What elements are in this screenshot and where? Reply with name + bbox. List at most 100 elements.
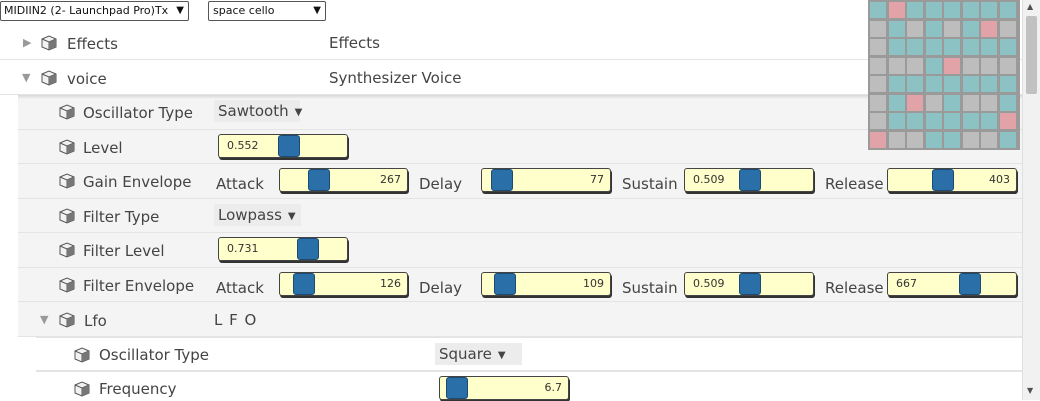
launchpad-pad[interactable] [944,20,960,37]
launchpad-pad[interactable] [944,76,960,92]
launchpad-pad[interactable] [925,39,942,55]
launchpad-pad[interactable] [870,113,886,129]
launchpad-pad[interactable] [944,94,960,111]
launchpad-pad[interactable] [870,94,886,111]
launchpad-pad[interactable] [907,131,923,148]
launchpad-pad[interactable] [907,20,923,37]
gain-delay-slider[interactable]: 77 [481,168,611,192]
slider-handle[interactable] [739,272,761,295]
launchpad-pad[interactable] [907,94,923,111]
expand-triangle-icon[interactable]: ▶ [23,36,31,49]
launchpad-pad[interactable] [888,76,905,92]
filter-delay-slider[interactable]: 109 [481,271,611,296]
launchpad-pad[interactable] [888,113,905,129]
lfo-oscillator-type-select[interactable]: Square ▼ [435,343,522,365]
scroll-thumb[interactable] [1026,16,1037,94]
launchpad-pad[interactable] [981,57,997,74]
launchpad-pad[interactable] [907,76,923,92]
launchpad-pad[interactable] [981,20,997,37]
launchpad-pad[interactable] [925,76,942,92]
launchpad-pad[interactable] [925,2,942,18]
launchpad-pad[interactable] [925,113,942,129]
launchpad-pad[interactable] [981,131,997,148]
launchpad-pad[interactable] [870,76,886,92]
launchpad-pad[interactable] [999,39,1016,55]
filter-type-select[interactable]: Lowpass ▼ [214,203,301,226]
slider-handle[interactable] [308,169,330,191]
slider-handle[interactable] [297,238,319,260]
launchpad-pad[interactable] [888,94,905,111]
filter-attack-slider[interactable]: 126 [279,271,408,296]
slider-handle[interactable] [494,272,516,295]
slider-handle[interactable] [959,272,981,295]
launchpad-pad[interactable] [944,131,960,148]
midi-device-select[interactable]: MIDIIN2 (2- Launchpad Pro)Tx ▼ [0,1,189,21]
slider-handle[interactable] [293,272,315,295]
launchpad-pad[interactable] [907,113,923,129]
launchpad-pad[interactable] [999,94,1016,111]
launchpad-pad[interactable] [888,131,905,148]
launchpad-pad[interactable] [925,94,942,111]
tree-row-lfo[interactable]: ▼ Lfo L F O [18,302,1022,337]
gain-release-slider[interactable]: 403 [887,168,1017,192]
gain-sustain-slider[interactable]: 0.509 [684,168,814,192]
launchpad-pad[interactable] [999,76,1016,92]
launchpad-pad[interactable] [925,20,942,37]
launchpad-pad[interactable] [962,76,979,92]
launchpad-pad[interactable] [870,57,886,74]
launchpad-pad[interactable] [962,57,979,74]
oscillator-type-select[interactable]: Sawtooth ▼ [214,100,302,122]
gain-attack-slider[interactable]: 267 [279,168,408,192]
launchpad-pad[interactable] [944,57,960,74]
launchpad-pad[interactable] [962,20,979,37]
launchpad-pad[interactable] [999,57,1016,74]
patch-select[interactable]: space cello ▼ [208,1,326,21]
launchpad-pad[interactable] [962,131,979,148]
slider-handle[interactable] [739,169,761,191]
collapse-triangle-icon[interactable]: ▼ [22,71,30,84]
lfo-frequency-slider[interactable]: 6.7 [439,376,569,400]
launchpad-pad[interactable] [888,39,905,55]
launchpad-pad[interactable] [907,57,923,74]
launchpad-pad[interactable] [962,94,979,111]
launchpad-pad[interactable] [888,2,905,18]
launchpad-pad[interactable] [999,113,1016,129]
slider-handle[interactable] [491,169,513,191]
launchpad-pad[interactable] [999,131,1016,148]
level-slider[interactable]: 0.552 [218,133,348,158]
launchpad-pad[interactable] [907,39,923,55]
launchpad-pad[interactable] [944,113,960,129]
launchpad-pad[interactable] [981,94,997,111]
launchpad-pad[interactable] [907,2,923,18]
launchpad-pad[interactable] [981,2,997,18]
vertical-scrollbar[interactable]: ▲ ▼ [1022,0,1040,400]
filter-release-slider[interactable]: 667 [887,271,1017,296]
launchpad-pad[interactable] [962,2,979,18]
launchpad-pad[interactable] [999,20,1016,37]
launchpad-pad[interactable] [870,131,886,148]
collapse-triangle-icon[interactable]: ▼ [40,313,48,326]
launchpad-pad[interactable] [888,57,905,74]
launchpad-pad[interactable] [962,39,979,55]
filter-sustain-slider[interactable]: 0.509 [684,271,814,296]
launchpad-pad[interactable] [870,39,886,55]
launchpad-pad[interactable] [925,131,942,148]
slider-handle[interactable] [932,169,954,191]
launchpad-pad[interactable] [944,39,960,55]
scroll-down-arrow-icon[interactable]: ▼ [1027,386,1033,395]
slider-handle[interactable] [278,134,300,157]
launchpad-pad[interactable] [870,20,886,37]
slider-handle[interactable] [446,377,468,399]
launchpad-pad[interactable] [925,57,942,74]
launchpad-pad[interactable] [981,113,997,129]
launchpad-pad[interactable] [888,20,905,37]
launchpad-pad[interactable] [999,2,1016,18]
filter-level-slider[interactable]: 0.731 [218,237,348,261]
launchpad-pad[interactable] [962,113,979,129]
launchpad-pad[interactable] [944,2,960,18]
scroll-up-arrow-icon[interactable]: ▲ [1027,2,1033,11]
lfo-param-row-frequency: Frequency 6.7 [36,371,1022,401]
launchpad-pad[interactable] [981,39,997,55]
launchpad-pad[interactable] [981,76,997,92]
launchpad-pad[interactable] [870,2,886,18]
